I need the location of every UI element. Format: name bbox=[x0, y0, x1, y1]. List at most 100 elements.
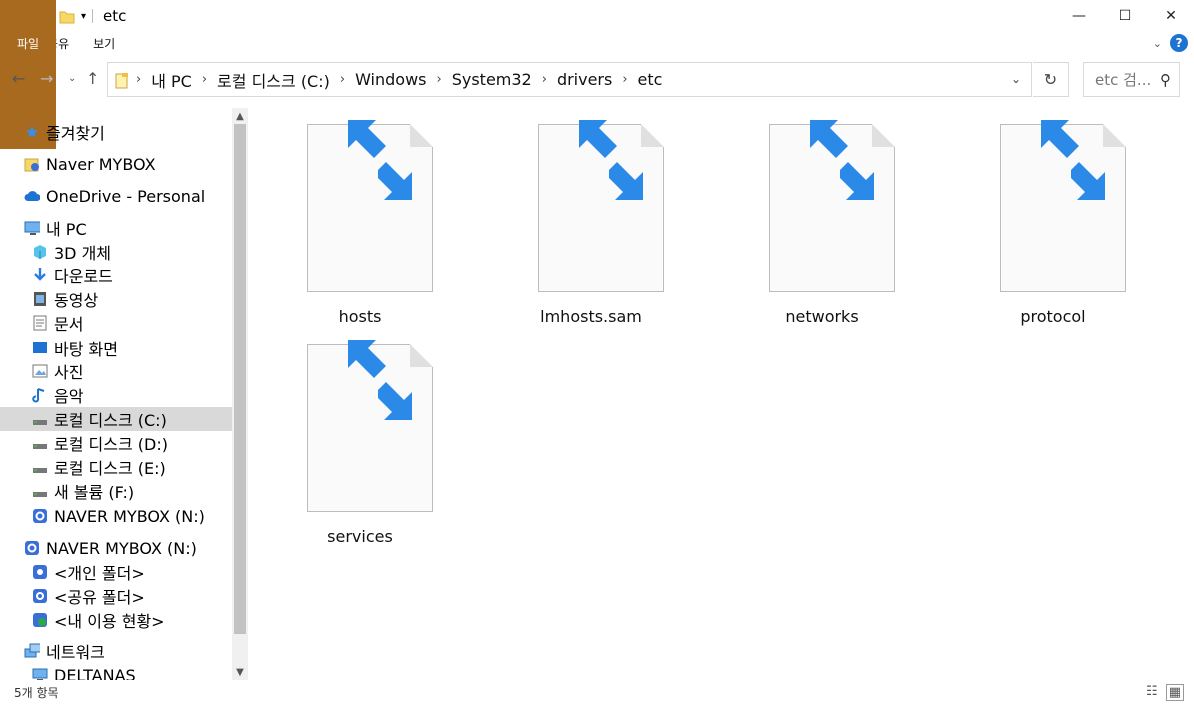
mybox-folder-icon bbox=[24, 156, 40, 172]
sidebar-item-label: 음악 bbox=[54, 387, 84, 406]
sidebar-item-label: NAVER MYBOX (N:) bbox=[46, 538, 197, 558]
chevron-right-icon[interactable]: › bbox=[616, 72, 633, 87]
breadcrumb-system32[interactable]: System32 bbox=[448, 70, 536, 89]
sidebar-item-label: 문서 bbox=[54, 315, 84, 334]
address-bar[interactable]: › 내 PC › 로컬 디스크 (C:) › Windows › System3… bbox=[107, 62, 1032, 97]
star-icon bbox=[24, 124, 40, 140]
chevron-right-icon[interactable]: › bbox=[536, 72, 553, 87]
close-button[interactable]: ✕ bbox=[1148, 0, 1194, 32]
help-icon[interactable]: ? bbox=[1170, 34, 1188, 52]
page-fold bbox=[410, 124, 433, 147]
sidebar-item[interactable]: 문서 bbox=[0, 311, 232, 335]
sidebar-item-label: 새 볼륨 (F:) bbox=[54, 483, 135, 502]
tab-view[interactable]: 보기 bbox=[81, 32, 127, 55]
status-bar: 5개 항목 bbox=[0, 680, 1194, 704]
file-item[interactable]: lmhosts.sam bbox=[501, 120, 681, 334]
sidebar-item[interactable]: 사진 bbox=[0, 359, 232, 383]
sidebar-item[interactable]: 바탕 화면 bbox=[0, 336, 232, 360]
details-view-icon[interactable]: ☷ bbox=[1146, 684, 1158, 701]
chevron-right-icon[interactable]: › bbox=[196, 72, 213, 87]
scroll-up-icon[interactable]: ▲ bbox=[232, 108, 248, 124]
monitor-icon bbox=[32, 667, 48, 680]
sidebar-item-label: 3D 개체 bbox=[54, 244, 112, 263]
up-arrow-icon[interactable]: ↑ bbox=[86, 69, 99, 88]
chevron-right-icon[interactable]: › bbox=[334, 72, 351, 87]
file-name: protocol bbox=[1020, 307, 1086, 326]
sidebar-item[interactable]: 즐겨찾기 bbox=[0, 120, 232, 144]
separator bbox=[92, 9, 94, 23]
sidebar-item[interactable]: NAVER MYBOX (N:) bbox=[0, 536, 232, 560]
breadcrumb-windows[interactable]: Windows bbox=[351, 70, 430, 89]
shortcut-arrow-icon bbox=[836, 154, 882, 200]
file-item[interactable]: networks bbox=[732, 120, 912, 334]
maximize-button[interactable]: ☐ bbox=[1102, 0, 1148, 32]
expand-ribbon-icon[interactable]: ⌄ bbox=[1153, 37, 1162, 50]
cloud-icon bbox=[24, 188, 40, 204]
search-icon[interactable]: ⚲ bbox=[1160, 71, 1171, 89]
chevron-right-icon[interactable]: › bbox=[431, 72, 448, 87]
search-box[interactable]: etc 검... ⚲ bbox=[1083, 62, 1180, 97]
sidebar-item[interactable]: OneDrive - Personal bbox=[0, 184, 232, 208]
sidebar-item-label: 내 PC bbox=[46, 220, 87, 239]
sidebar-item-label: DELTANAS bbox=[54, 665, 136, 681]
sidebar-item[interactable]: 다운로드 bbox=[0, 263, 232, 287]
navigation-row: ← → ⌄ ↑ › 내 PC › 로컬 디스크 (C:) › Windows ›… bbox=[0, 61, 1194, 99]
sidebar-item[interactable]: Naver MYBOX bbox=[0, 152, 232, 176]
breadcrumb-drivers[interactable]: drivers bbox=[553, 70, 616, 89]
sidebar-item[interactable]: <개인 폴더> bbox=[0, 560, 232, 584]
search-placeholder: etc 검... bbox=[1095, 71, 1152, 89]
sidebar-item[interactable]: 로컬 디스크 (E:) bbox=[0, 455, 232, 479]
sidebar-item[interactable]: 새 볼륨 (F:) bbox=[0, 479, 232, 503]
breadcrumb-etc[interactable]: etc bbox=[634, 70, 667, 89]
drive-icon bbox=[32, 435, 48, 451]
sidebar-item[interactable]: DELTANAS bbox=[0, 663, 232, 680]
sidebar-item[interactable]: 3D 개체 bbox=[0, 240, 232, 264]
item-count: 5개 항목 bbox=[14, 685, 59, 700]
sidebar-item[interactable]: 내 PC bbox=[0, 216, 232, 240]
file-item[interactable]: services bbox=[270, 340, 450, 554]
drive-icon bbox=[32, 459, 48, 475]
sidebar-scrollbar[interactable]: ▲ ▼ bbox=[232, 108, 248, 680]
file-item[interactable]: protocol bbox=[963, 120, 1143, 334]
refresh-button[interactable]: ↻ bbox=[1033, 62, 1069, 97]
minimize-button[interactable]: — bbox=[1056, 0, 1102, 32]
breadcrumb-local-disk[interactable]: 로컬 디스크 (C:) bbox=[213, 68, 334, 92]
pc-icon bbox=[24, 220, 40, 236]
back-arrow-icon[interactable]: ← bbox=[12, 69, 25, 88]
shortcut-arrow-icon bbox=[1067, 154, 1113, 200]
view-toggle: ☷ ▦ bbox=[1146, 684, 1184, 701]
folder-icon[interactable] bbox=[59, 8, 75, 24]
file-name: networks bbox=[785, 307, 859, 326]
sidebar-item[interactable]: <공유 폴더> bbox=[0, 584, 232, 608]
large-icons-view-icon[interactable]: ▦ bbox=[1165, 684, 1184, 701]
sidebar-item[interactable]: 동영상 bbox=[0, 287, 232, 311]
chevron-right-icon[interactable]: › bbox=[130, 72, 147, 87]
file-name: services bbox=[327, 527, 393, 546]
sidebar-item[interactable]: 네트워크 bbox=[0, 639, 232, 663]
sidebar-item[interactable]: 음악 bbox=[0, 383, 232, 407]
music-icon bbox=[32, 387, 48, 403]
sidebar-item-label: 로컬 디스크 (D:) bbox=[54, 435, 168, 454]
navigation-pane: 즐겨찾기 Naver MYBOX OneDrive - Personal 내 PC 3D… bbox=[0, 108, 232, 680]
sidebar-item[interactable]: NAVER MYBOX (N:) bbox=[0, 504, 232, 528]
address-dropdown-icon[interactable]: ⌄ bbox=[1011, 72, 1021, 86]
sidebar-item-label: 로컬 디스크 (E:) bbox=[54, 459, 166, 478]
mybox-usage-icon bbox=[32, 612, 48, 628]
forward-arrow-icon[interactable]: → bbox=[40, 69, 53, 88]
drive-icon bbox=[32, 411, 48, 427]
sidebar-item-label: 동영상 bbox=[54, 291, 99, 310]
recent-locations-icon[interactable]: ⌄ bbox=[68, 73, 76, 84]
sidebar-item-label: 즐겨찾기 bbox=[46, 124, 105, 143]
scrollbar-thumb[interactable] bbox=[234, 124, 246, 634]
sidebar-item[interactable]: 로컬 디스크 (D:) bbox=[0, 431, 232, 455]
customize-toolbar-icon[interactable]: ▾ bbox=[81, 11, 86, 22]
breadcrumb-pc[interactable]: 내 PC bbox=[147, 68, 196, 92]
sidebar-item-label: 로컬 디스크 (C:) bbox=[54, 411, 167, 430]
scroll-down-icon[interactable]: ▼ bbox=[232, 664, 248, 680]
mybox-icon bbox=[24, 540, 40, 556]
sidebar-item-label: 사진 bbox=[54, 363, 84, 382]
sidebar-item[interactable]: <내 이용 현황> bbox=[0, 608, 232, 632]
sidebar-item-label: 네트워크 bbox=[46, 643, 105, 662]
sidebar-item[interactable]: 로컬 디스크 (C:) bbox=[0, 407, 232, 431]
file-item[interactable]: hosts bbox=[270, 120, 450, 334]
